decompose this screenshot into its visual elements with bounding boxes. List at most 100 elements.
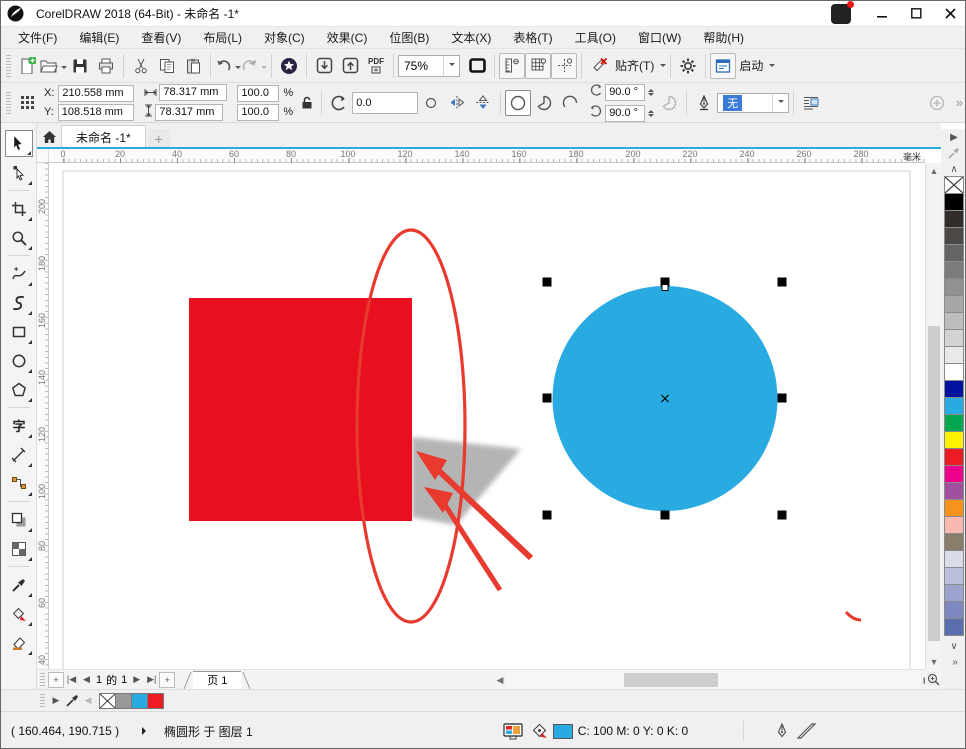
docpalette-flyout-arrow[interactable]: ▶	[48, 693, 64, 709]
selection-handle[interactable]	[543, 511, 552, 520]
ellipse-mode-button[interactable]	[505, 90, 531, 116]
color-swatch[interactable]	[944, 363, 964, 381]
center-marker-icon[interactable]	[418, 90, 444, 116]
redo-button[interactable]	[241, 53, 267, 79]
selection-handle[interactable]	[778, 394, 787, 403]
docpalette-eyedropper-icon[interactable]	[64, 693, 80, 709]
selection-handle[interactable]	[543, 278, 552, 287]
minimize-button[interactable]	[865, 1, 899, 26]
x-position-field[interactable]: 210.558 mm	[58, 85, 134, 102]
scale-y-field[interactable]: 100.0	[237, 104, 279, 121]
vertical-scroll-thumb[interactable]	[928, 326, 940, 641]
color-swatch[interactable]	[944, 618, 964, 636]
shape-tool[interactable]	[5, 159, 33, 186]
pie-mode-button[interactable]	[531, 90, 557, 116]
color-swatch[interactable]	[944, 516, 964, 534]
launch-label[interactable]: 启动	[739, 57, 763, 74]
color-swatch[interactable]	[944, 210, 964, 228]
menu-item-6[interactable]: 位图(B)	[378, 27, 440, 49]
color-swatch[interactable]	[131, 693, 148, 709]
mirror-vertical-button[interactable]	[470, 90, 496, 116]
account-notification-icon[interactable]	[831, 4, 851, 24]
no-color-swatch[interactable]	[99, 693, 116, 709]
fill-icon[interactable]	[531, 722, 549, 740]
horizontal-scrollbar[interactable]: ◀ ▶	[506, 672, 921, 688]
palette-flyout-arrow[interactable]: ▶	[942, 129, 966, 145]
color-swatch[interactable]	[944, 414, 964, 432]
toolbar-grip[interactable]	[6, 55, 11, 77]
start-angle-spinner[interactable]	[648, 89, 654, 96]
text-tool[interactable]: 字	[5, 412, 33, 439]
smart-fill-tool[interactable]	[5, 629, 33, 656]
fill-color-swatch[interactable]	[553, 724, 573, 739]
end-angle-spinner[interactable]	[648, 110, 654, 117]
menu-item-9[interactable]: 工具(O)	[564, 27, 627, 49]
outline-none-status-icon[interactable]	[796, 722, 816, 740]
color-swatch[interactable]	[115, 693, 132, 709]
color-swatch[interactable]	[944, 567, 964, 585]
color-swatch[interactable]	[944, 193, 964, 211]
pick-tool[interactable]	[5, 130, 33, 157]
interactive-fill-tool[interactable]	[5, 600, 33, 627]
prev-page-button[interactable]: ◀	[79, 672, 94, 688]
menu-item-11[interactable]: 帮助(H)	[692, 27, 755, 49]
color-swatch[interactable]	[944, 244, 964, 262]
pagebar-grip[interactable]	[40, 673, 45, 687]
print-button[interactable]	[93, 53, 119, 79]
rectangle-tool[interactable]	[5, 318, 33, 345]
snap-off-icon[interactable]	[586, 53, 612, 79]
lock-ratio-button[interactable]	[297, 90, 317, 116]
selection-handle[interactable]	[778, 278, 787, 287]
save-button[interactable]	[67, 53, 93, 79]
color-swatch[interactable]	[944, 550, 964, 568]
outline-width-select[interactable]: 无	[717, 93, 789, 113]
color-swatch[interactable]	[944, 499, 964, 517]
transparency-tool[interactable]	[5, 535, 33, 562]
export-button[interactable]	[337, 53, 363, 79]
color-swatch[interactable]	[944, 261, 964, 279]
horizontal-scroll-thumb[interactable]	[624, 673, 718, 687]
eyedropper-tool[interactable]	[5, 571, 33, 598]
object-height-field[interactable]: 78.317 mm	[155, 104, 223, 121]
crop-tool[interactable]	[5, 195, 33, 222]
arc-mode-button[interactable]	[557, 90, 583, 116]
publish-pdf-button[interactable]: PDF	[363, 53, 389, 79]
end-angle-field[interactable]: 90.0 °	[605, 105, 645, 122]
color-swatch[interactable]	[944, 312, 964, 330]
color-swatch[interactable]	[944, 346, 964, 364]
color-swatch[interactable]	[944, 431, 964, 449]
menu-item-3[interactable]: 布局(L)	[192, 27, 253, 49]
selection-handle[interactable]	[778, 511, 787, 520]
menu-item-10[interactable]: 窗口(W)	[627, 27, 692, 49]
color-swatch[interactable]	[944, 227, 964, 245]
zoom-magnifier-button[interactable]	[925, 669, 941, 689]
add-preset-button[interactable]	[924, 90, 950, 116]
menu-item-2[interactable]: 查看(V)	[130, 27, 192, 49]
last-page-button[interactable]: ▶|	[144, 672, 159, 688]
outline-pen-status-icon[interactable]	[776, 723, 788, 740]
show-guidelines-toggle[interactable]	[551, 53, 577, 79]
scroll-up-arrow[interactable]: ▲	[926, 163, 942, 178]
zoom-tool[interactable]	[5, 224, 33, 251]
snap-label[interactable]: 贴齐(T)	[615, 57, 654, 74]
first-page-button[interactable]: |◀	[64, 672, 79, 688]
selection-handle[interactable]	[543, 394, 552, 403]
menu-item-0[interactable]: 文件(F)	[7, 27, 68, 49]
color-swatch[interactable]	[944, 278, 964, 296]
palette-eyedropper-icon[interactable]	[942, 145, 966, 161]
copy-button[interactable]	[154, 53, 180, 79]
drop-shadow-tool[interactable]	[5, 506, 33, 533]
zoom-level-select[interactable]: 75%	[398, 55, 460, 77]
docpalette-scroll-left[interactable]: ◀	[80, 693, 96, 709]
ruler-origin-button[interactable]	[37, 149, 49, 163]
show-rulers-toggle[interactable]	[499, 53, 525, 79]
snap-dropdown-caret[interactable]	[660, 64, 666, 70]
display-color-icon[interactable]	[503, 723, 523, 740]
color-swatch[interactable]	[944, 533, 964, 551]
color-swatch[interactable]	[944, 482, 964, 500]
color-swatch[interactable]	[944, 465, 964, 483]
scroll-down-arrow[interactable]: ▼	[926, 654, 942, 669]
zoom-dropdown-caret[interactable]	[443, 56, 459, 76]
launch-dropdown-caret[interactable]	[769, 64, 775, 70]
ellipse-top-node[interactable]	[662, 285, 668, 291]
